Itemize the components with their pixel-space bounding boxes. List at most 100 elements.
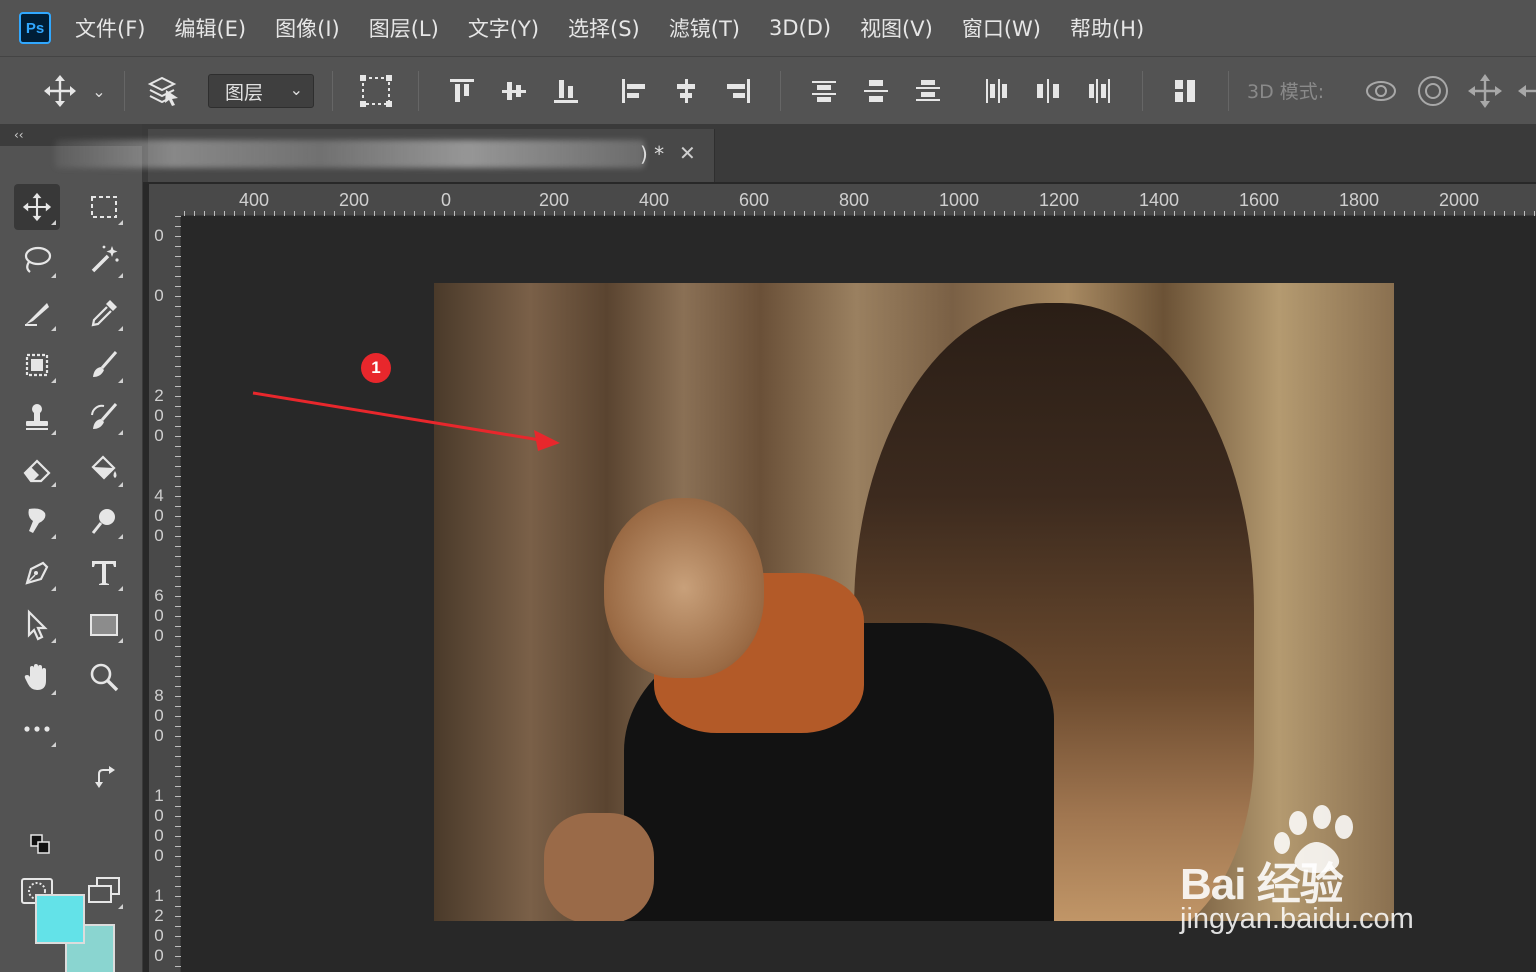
dodge-icon bbox=[91, 509, 115, 534]
menu-layer[interactable]: 图层(L) bbox=[369, 13, 439, 43]
edit-toolbar-button[interactable] bbox=[14, 706, 60, 752]
ruler-label: 1000 bbox=[939, 190, 980, 210]
show-transform-controls-icon[interactable] bbox=[356, 57, 396, 125]
menu-filter[interactable]: 滤镜(T) bbox=[669, 13, 740, 43]
pen-tool[interactable] bbox=[14, 550, 60, 596]
menu-type[interactable]: 文字(Y) bbox=[468, 13, 539, 43]
default-colors-icon[interactable] bbox=[26, 830, 56, 860]
roll-3d-icon[interactable] bbox=[1412, 57, 1454, 125]
menu-image[interactable]: 图像(I) bbox=[275, 13, 340, 43]
menu-window[interactable]: 窗口(W) bbox=[962, 13, 1041, 43]
align-right-icon[interactable] bbox=[720, 57, 756, 125]
auto-select-layers-icon[interactable] bbox=[142, 57, 184, 125]
move-tool[interactable] bbox=[14, 184, 60, 230]
tools-panel: ‹‹ bbox=[0, 124, 143, 972]
dodge-tool[interactable] bbox=[81, 498, 127, 544]
menu-help[interactable]: 帮助(H) bbox=[1070, 13, 1144, 43]
ruler-label: 400 bbox=[239, 190, 270, 210]
slide-3d-icon[interactable] bbox=[1512, 57, 1536, 125]
menu-view[interactable]: 视图(V) bbox=[860, 13, 933, 43]
hand-tool[interactable] bbox=[14, 654, 60, 700]
eraser-icon bbox=[23, 459, 51, 483]
pan-3d-icon[interactable] bbox=[1464, 57, 1506, 125]
lasso-icon bbox=[24, 246, 52, 273]
type-t-icon bbox=[92, 561, 116, 585]
screen-mode[interactable] bbox=[81, 868, 127, 914]
screen-mode-icon bbox=[88, 877, 120, 903]
ruler-origin[interactable] bbox=[149, 184, 181, 216]
stamp-icon bbox=[26, 404, 48, 430]
ruler-label: 0 bbox=[441, 190, 452, 210]
menu-edit[interactable]: 编辑(E) bbox=[174, 13, 246, 43]
eraser-tool[interactable] bbox=[14, 446, 60, 492]
align-top-icon[interactable] bbox=[444, 57, 480, 125]
paint-bucket-tool[interactable] bbox=[81, 446, 127, 492]
ruler-label: 200 bbox=[539, 190, 570, 210]
align-left-icon[interactable] bbox=[616, 57, 652, 125]
align-vertical-center-icon[interactable] bbox=[496, 57, 532, 125]
chevron-down-icon[interactable]: ⌄ bbox=[88, 57, 110, 125]
zoom-tool[interactable] bbox=[81, 654, 127, 700]
lasso-tool[interactable] bbox=[14, 237, 60, 283]
clone-stamp-tool[interactable] bbox=[14, 394, 60, 440]
hand-icon bbox=[24, 664, 46, 690]
brush-tool[interactable] bbox=[81, 342, 127, 388]
smudge-tool[interactable] bbox=[14, 498, 60, 544]
distribute-vertical-center-icon[interactable] bbox=[858, 57, 894, 125]
auto-select-target-dropdown[interactable]: 图层 ⌄ bbox=[208, 74, 314, 108]
foreground-color-swatch[interactable] bbox=[35, 894, 85, 944]
menu-file[interactable]: 文件(F) bbox=[75, 13, 145, 43]
crop-tool[interactable] bbox=[14, 290, 60, 336]
paint-bucket-icon bbox=[91, 455, 117, 480]
distribute-horizontal-center-icon[interactable] bbox=[1030, 57, 1066, 125]
baidu-jingyan-url: jingyan.baidu.com bbox=[1180, 903, 1414, 935]
menu-select[interactable]: 选择(S) bbox=[568, 13, 640, 43]
type-tool[interactable] bbox=[81, 550, 127, 596]
history-brush-icon bbox=[91, 403, 118, 429]
3d-mode-label: 3D 模式: bbox=[1247, 81, 1325, 103]
ruler-label: 400 bbox=[154, 486, 164, 545]
orbit-3d-icon[interactable] bbox=[1360, 57, 1402, 125]
ruler-label: 1800 bbox=[1339, 190, 1380, 210]
photo-dog-head-region bbox=[604, 498, 764, 678]
blurred-document-title bbox=[55, 140, 645, 168]
eyedropper-icon bbox=[91, 300, 117, 327]
auto-select-target-label: 图层 bbox=[225, 81, 264, 104]
magic-wand-icon bbox=[91, 245, 119, 273]
distribute-right-icon[interactable] bbox=[1082, 57, 1118, 125]
document-image[interactable] bbox=[434, 283, 1394, 921]
healing-patch-icon bbox=[25, 353, 49, 377]
history-brush-tool[interactable] bbox=[81, 394, 127, 440]
smudge-finger-icon bbox=[28, 508, 46, 533]
ruler-label: 0 bbox=[154, 226, 164, 245]
align-bottom-icon[interactable] bbox=[548, 57, 584, 125]
vertical-ruler[interactable]: 0 0 200 400 600 800 1000 1200 bbox=[149, 216, 181, 972]
ruler-label: 600 bbox=[739, 190, 770, 210]
ruler-label: 1000 bbox=[154, 786, 164, 865]
distribute-bottom-icon[interactable] bbox=[910, 57, 946, 125]
rectangle-shape-icon bbox=[90, 614, 118, 636]
magic-wand-tool[interactable] bbox=[81, 237, 127, 283]
ruler-label: 200 bbox=[154, 386, 164, 445]
swap-colors-icon[interactable] bbox=[88, 764, 124, 790]
marquee-tool[interactable] bbox=[81, 184, 127, 230]
menu-3d[interactable]: 3D(D) bbox=[769, 16, 831, 40]
ruler-label: 2000 bbox=[1439, 190, 1480, 210]
rectangular-marquee-icon bbox=[91, 196, 117, 218]
ruler-label: 1400 bbox=[1139, 190, 1180, 210]
horizontal-ruler[interactable]: 400 200 0 200 400 600 800 1000 1200 1400… bbox=[149, 184, 1536, 216]
distribute-spacing-icon[interactable] bbox=[1168, 57, 1204, 125]
ruler-label: 1600 bbox=[1239, 190, 1280, 210]
rectangle-tool[interactable] bbox=[81, 602, 127, 648]
ruler-label: 1200 bbox=[1039, 190, 1080, 210]
step-badge: 1 bbox=[361, 353, 391, 383]
distribute-left-icon[interactable] bbox=[978, 57, 1014, 125]
spot-healing-tool[interactable] bbox=[14, 342, 60, 388]
align-horizontal-center-icon[interactable] bbox=[668, 57, 704, 125]
eyedropper-tool[interactable] bbox=[81, 290, 127, 336]
close-icon[interactable]: ✕ bbox=[679, 141, 696, 165]
move-tool-preset-icon[interactable] bbox=[40, 57, 80, 125]
path-selection-tool[interactable] bbox=[14, 602, 60, 648]
photoshop-logo-icon[interactable]: Ps bbox=[19, 12, 51, 44]
distribute-top-icon[interactable] bbox=[806, 57, 842, 125]
